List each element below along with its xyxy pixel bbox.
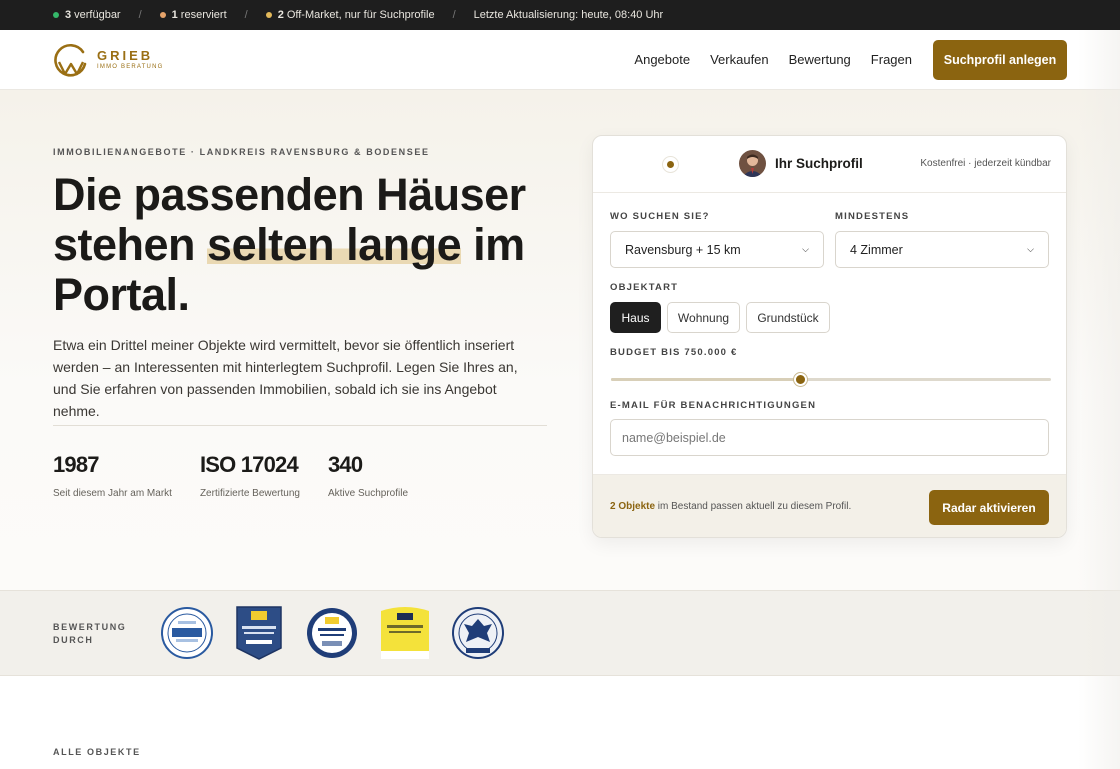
avatar — [739, 150, 766, 177]
hero-section: IMMOBILIENANGEBOTE · LANDKREIS RAVENSBUR… — [0, 90, 1120, 590]
status-available: 3 verfügbar — [53, 9, 121, 21]
hero-lead: Etwa ein Drittel meiner Objekte wird ver… — [53, 337, 518, 419]
budget-slider-fill — [611, 378, 801, 381]
type-chip-wohnung[interactable]: Wohnung — [667, 302, 740, 333]
section-eyebrow: ALLE OBJEKTE — [53, 747, 141, 757]
certificate-badge-icon — [236, 606, 282, 660]
activate-radar-button[interactable]: Radar aktivieren — [929, 490, 1049, 525]
rooms-value: 4 Zimmer — [850, 242, 903, 257]
match-count: 2 Objekte — [610, 501, 656, 512]
divider — [53, 425, 547, 426]
stat-value: 340 — [327, 452, 363, 477]
stat-label: Aktive Suchprofile — [327, 488, 409, 499]
logo-icon — [54, 43, 87, 77]
reserved-label: reserviert — [180, 9, 227, 21]
status-reserved: 1 reserviert — [159, 9, 227, 21]
headline-highlight: selten lange — [207, 219, 462, 270]
card-footer: 2 Objekte im Bestand passen aktuell zu d… — [593, 474, 1066, 537]
where-label: WO SUCHEN SIE? — [610, 211, 710, 222]
email-label: E-MAIL FÜR BENACHRICHTIGUNGEN — [610, 400, 817, 411]
match-text: im Bestand passen aktuell zu diesem Prof… — [655, 501, 852, 512]
location-value: Ravensburg + 15 km — [625, 242, 741, 257]
stat-label: Seit diesem Jahr am Markt — [53, 488, 172, 499]
separator: / — [138, 9, 142, 21]
email-field[interactable]: name@beispiel.de — [610, 419, 1049, 456]
last-updated: Letzte Aktualisierung: heute, 08:40 Uhr — [473, 9, 664, 21]
reserved-count: 1 — [171, 9, 178, 21]
card-header: Ihr Suchprofil Kostenfrei · jederzeit kü… — [593, 136, 1066, 193]
location-select[interactable]: Ravensburg + 15 km ⌵ — [610, 231, 824, 268]
email-placeholder: name@beispiel.de — [622, 430, 726, 445]
search-profile-card: Ihr Suchprofil Kostenfrei · jederzeit kü… — [592, 135, 1067, 538]
live-indicator-icon — [662, 156, 679, 173]
objects-section: ALLE OBJEKTE — [0, 676, 1120, 769]
stat-label: Zertifizierte Bewertung — [199, 488, 300, 499]
dia-badge-icon — [381, 607, 429, 659]
type-label: OBJEKTART — [610, 282, 679, 293]
ratings-label: BEWERTUNG DURCH — [53, 622, 127, 645]
offmarket-count: 2 — [277, 9, 284, 21]
hero-eyebrow: IMMOBILIENANGEBOTE · LANDKREIS RAVENSBUR… — [53, 147, 430, 157]
budget-label: BUDGET BIS 750.000 € — [610, 347, 738, 358]
budget-slider-thumb[interactable] — [793, 373, 807, 386]
offmarket-label: Off-Market, nur für Suchprofile — [286, 9, 435, 21]
budget-slider[interactable] — [611, 373, 1051, 386]
available-count: 3 — [65, 9, 72, 21]
nav-item-verkaufen[interactable]: Verkaufen — [710, 52, 769, 67]
site-header: GRIEB IMMO BERATUNG Angebote Verkaufen B… — [0, 30, 1120, 90]
round-certificate-seal-icon — [307, 608, 357, 658]
status-dot-icon — [53, 12, 59, 18]
create-search-profile-button[interactable]: Suchprofil anlegen — [933, 40, 1067, 80]
main-nav: Angebote Verkaufen Bewertung Fragen — [634, 52, 912, 67]
nav-item-bewertung[interactable]: Bewertung — [789, 52, 851, 67]
separator: / — [244, 9, 248, 21]
certified-seal-icon — [161, 607, 213, 659]
nav-item-fragen[interactable]: Fragen — [871, 52, 912, 67]
ratings-strip: BEWERTUNG DURCH — [0, 590, 1120, 676]
card-note: Kostenfrei · jederzeit kündbar — [920, 158, 1051, 169]
stat-value: 1987 — [53, 452, 100, 477]
stat-since: 1987 Seit diesem Jahr am Markt — [53, 452, 172, 499]
status-offmarket: 2 Off-Market, nur für Suchprofile — [265, 9, 435, 21]
available-label: verfügbar — [74, 9, 121, 21]
hero-headline: Die passenden Häuser stehen selten lange… — [53, 170, 573, 320]
logo-name: GRIEB — [97, 47, 154, 63]
type-chip-grundstueck[interactable]: Grundstück — [746, 302, 830, 333]
card-title: Ihr Suchprofil — [775, 156, 863, 171]
stat-profiles: 340 Aktive Suchprofile — [328, 452, 408, 499]
nav-item-angebote[interactable]: Angebote — [634, 52, 690, 67]
stat-iso: ISO 17024 Zertifizierte Bewertung — [200, 452, 300, 499]
stat-value: ISO 17024 — [199, 452, 299, 477]
separator: / — [452, 9, 456, 21]
chevron-down-icon: ⌵ — [802, 244, 809, 254]
status-dot-icon — [265, 12, 272, 18]
rooms-select[interactable]: 4 Zimmer ⌵ — [835, 231, 1049, 268]
status-dot-icon — [159, 12, 166, 18]
eagle-member-seal-icon — [452, 607, 504, 659]
status-bar: 3 verfügbar / 1 reserviert / 2 Off-Marke… — [0, 0, 1120, 30]
stats: 1987 Seit diesem Jahr am Markt ISO 17024… — [53, 452, 436, 499]
logo[interactable]: GRIEB IMMO BERATUNG — [53, 42, 164, 78]
type-chip-haus[interactable]: Haus — [610, 302, 661, 333]
chevron-down-icon: ⌵ — [1027, 244, 1034, 254]
logo-subtitle: IMMO BERATUNG — [97, 63, 164, 70]
match-info: 2 Objekte im Bestand passen aktuell zu d… — [610, 501, 851, 512]
min-label: MINDESTENS — [835, 211, 910, 222]
